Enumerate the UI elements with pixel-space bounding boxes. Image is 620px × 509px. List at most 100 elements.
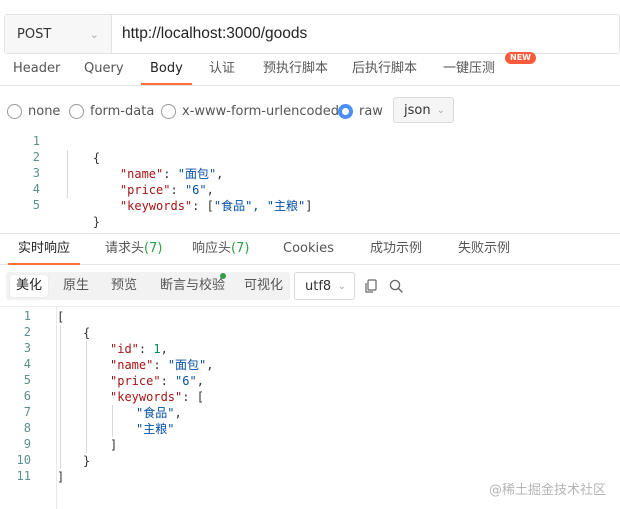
tab-pre-script[interactable]: 预执行脚本	[263, 54, 328, 85]
code-line: "食品",	[136, 405, 182, 421]
line-number: 1	[23, 309, 31, 323]
indent-guide	[112, 405, 113, 437]
tab-auth[interactable]: 认证	[209, 54, 235, 85]
radio-raw[interactable]: raw	[338, 104, 383, 119]
json-bracket: [	[57, 310, 65, 324]
json-sep: :	[160, 374, 176, 388]
json-sep: : [	[182, 390, 204, 404]
url-input[interactable]: http://localhost:3000/goods	[112, 15, 619, 53]
tab-request-headers[interactable]: 请求头(7)	[105, 234, 162, 265]
tab-response-headers[interactable]: 响应头(7)	[192, 234, 249, 265]
json-value: 1	[153, 342, 161, 356]
line-number: 8	[23, 421, 31, 435]
json-value: "食品", "主粮"	[213, 199, 306, 213]
new-badge: NEW	[505, 52, 536, 64]
response-tabs: 实时响应 请求头(7) 响应头(7) Cookies 成功示例 失败示例	[0, 233, 620, 265]
search-icon[interactable]	[388, 278, 404, 294]
tab-count: (7)	[231, 241, 250, 256]
json-value: "面包"	[167, 358, 207, 372]
view-assertions[interactable]: 断言与校验	[154, 275, 231, 297]
indent-guide	[86, 341, 87, 453]
json-key: "price"	[110, 374, 161, 388]
code-line: "keywords": ["食品", "主粮"]	[91, 182, 313, 213]
line-number: 5	[23, 373, 31, 387]
indent-guide	[60, 325, 61, 469]
json-brace: }	[83, 454, 91, 468]
radio-form-data[interactable]: form-data	[69, 104, 154, 119]
tab-stress-test[interactable]: 一键压测	[443, 54, 495, 85]
url-bar: POST ⌄ http://localhost:3000/goods	[4, 14, 620, 54]
json-comma: ,	[196, 374, 204, 388]
code-line: }	[64, 198, 100, 229]
code-line: "keywords": [	[110, 389, 204, 405]
view-raw[interactable]: 原生	[57, 275, 95, 297]
copy-icon[interactable]	[363, 278, 379, 294]
radio-selected-icon	[338, 104, 353, 119]
line-number: 3	[32, 166, 40, 180]
tab-count: (7)	[144, 241, 163, 256]
line-number: 2	[32, 150, 40, 164]
code-line: "name": "面包",	[110, 357, 214, 373]
method-select[interactable]: POST ⌄	[5, 15, 112, 53]
radio-circle-icon	[161, 104, 176, 119]
json-bracket: ]	[57, 470, 65, 484]
code-line: "name": "面包",	[91, 150, 224, 181]
json-value: "6"	[175, 374, 197, 388]
json-comma: ,	[160, 342, 168, 356]
tab-label: 请求头	[105, 241, 145, 256]
json-key: "name"	[110, 358, 154, 372]
radio-none[interactable]: none	[7, 104, 60, 119]
tab-post-script[interactable]: 后执行脚本	[352, 54, 417, 85]
tab-header[interactable]: Header	[13, 54, 60, 85]
method-label: POST	[17, 26, 52, 42]
chevron-down-icon: ⌄	[89, 27, 99, 41]
view-mode-switch: 美化 原生 预览 断言与校验 可视化	[6, 272, 290, 300]
json-comma: ,	[206, 358, 214, 372]
tab-live-response[interactable]: 实时响应	[8, 234, 81, 265]
json-bracket: ]	[110, 438, 118, 452]
radio-circle-icon	[7, 104, 22, 119]
code-line: {	[64, 134, 100, 165]
radio-label: raw	[359, 104, 383, 119]
radio-label: x-www-form-urlencoded	[182, 104, 340, 119]
radio-label: none	[28, 104, 61, 119]
code-line: "主粮"	[136, 421, 174, 437]
json-sep: :	[138, 342, 154, 356]
view-visualize[interactable]: 可视化	[238, 275, 289, 297]
tab-label: 响应头	[192, 241, 232, 256]
body-type-group: none form-data x-www-form-urlencoded raw	[0, 96, 620, 128]
tab-success-example[interactable]: 成功示例	[370, 234, 422, 265]
tab-fail-example[interactable]: 失败示例	[458, 234, 510, 265]
view-preview[interactable]: 预览	[105, 275, 143, 297]
line-number: 5	[32, 198, 40, 212]
status-dot	[220, 273, 226, 279]
code-line: "price": "6",	[91, 166, 214, 197]
json-comma: ,	[216, 167, 224, 181]
tab-query[interactable]: Query	[84, 54, 124, 85]
encoding-value: utf8	[305, 278, 332, 294]
divider	[0, 306, 620, 307]
json-sep: : [	[192, 199, 214, 213]
radio-urlencoded[interactable]: x-www-form-urlencoded	[161, 104, 339, 119]
code-line: "price": "6",	[110, 373, 204, 389]
chevron-down-icon: ⌄	[436, 104, 445, 116]
line-number: 6	[23, 389, 31, 403]
json-brace: {	[83, 326, 91, 340]
line-number: 1	[32, 134, 40, 148]
encoding-select[interactable]: utf8 ⌄	[294, 272, 355, 300]
line-number: 2	[23, 325, 31, 339]
body-format-select[interactable]: json ⌄	[393, 97, 454, 123]
json-key: "id"	[110, 342, 139, 356]
code-line: "id": 1,	[110, 341, 168, 357]
json-bracket: ]	[305, 199, 313, 213]
json-key: "keywords"	[110, 390, 183, 404]
tab-body[interactable]: Body	[141, 54, 192, 85]
view-pretty[interactable]: 美化	[10, 275, 49, 297]
radio-circle-icon	[69, 104, 84, 119]
chevron-down-icon: ⌄	[337, 280, 346, 292]
tab-cookies[interactable]: Cookies	[283, 234, 334, 265]
line-number: 3	[23, 341, 31, 355]
line-number: 4	[23, 357, 31, 371]
radio-label: form-data	[90, 104, 155, 119]
body-format-value: json	[404, 102, 431, 118]
